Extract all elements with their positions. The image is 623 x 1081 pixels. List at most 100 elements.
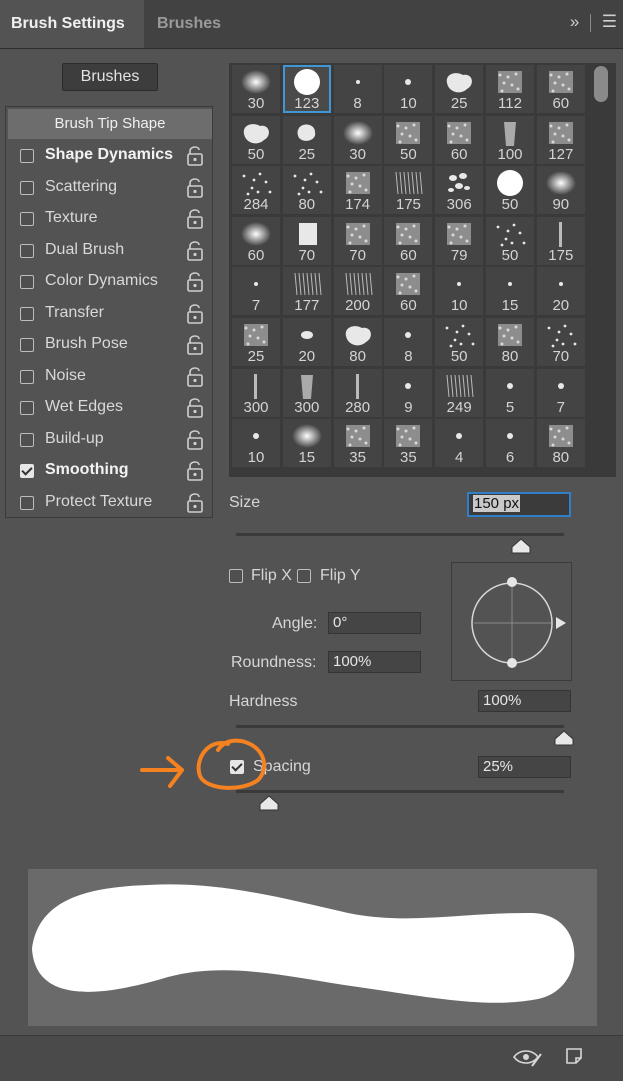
brush-tip-cell[interactable]: 15 (282, 419, 331, 468)
angle-input[interactable]: 0° (328, 612, 421, 634)
brushes-button[interactable]: Brushes (62, 63, 158, 91)
brush-tip-cell[interactable]: 8 (384, 318, 433, 366)
brush-tip-cell[interactable]: 60 (232, 216, 280, 265)
brush-tip-cell[interactable]: 60 (536, 65, 585, 113)
brush-tip-cell[interactable]: 7 (232, 267, 280, 316)
lock-icon[interactable] (184, 208, 206, 230)
option-protect-texture[interactable]: Protect Texture (20, 492, 210, 516)
hardness-slider-handle[interactable] (554, 730, 574, 746)
brush-tip-cell[interactable]: 90 (536, 166, 585, 215)
brush-tip-cell[interactable]: 25 (282, 115, 331, 164)
brush-tip-cell[interactable]: 7 (536, 368, 585, 417)
brush-tip-cell[interactable]: 50 (232, 115, 280, 164)
new-preset-icon[interactable] (564, 1046, 584, 1066)
size-slider-handle[interactable] (511, 538, 531, 554)
brush-tip-cell[interactable]: 175 (384, 166, 433, 215)
size-input[interactable]: 150 px (467, 492, 571, 517)
brush-tip-cell[interactable]: 50 (384, 115, 433, 164)
brush-tip-cell[interactable]: 25 (232, 318, 280, 366)
brush-tip-cell[interactable]: 20 (282, 318, 331, 366)
option-checkbox[interactable] (20, 149, 34, 163)
brush-tip-cell[interactable]: 20 (536, 267, 585, 316)
option-color-dynamics[interactable]: Color Dynamics (20, 271, 210, 295)
option-smoothing[interactable]: Smoothing (20, 460, 210, 484)
brush-tip-cell[interactable]: 123 (282, 65, 331, 113)
option-checkbox[interactable] (20, 180, 34, 195)
lock-icon[interactable] (184, 177, 206, 199)
option-dual-brush[interactable]: Dual Brush (20, 240, 210, 264)
brush-tip-cell[interactable]: 9 (384, 368, 433, 417)
brush-tip-cell[interactable]: 280 (333, 368, 382, 417)
brush-tip-cell[interactable]: 80 (536, 419, 585, 468)
option-checkbox[interactable] (20, 243, 34, 258)
lock-icon[interactable] (184, 271, 206, 293)
brush-tip-cell[interactable]: 100 (486, 115, 534, 164)
option-checkbox[interactable] (20, 495, 34, 510)
option-wet-edges[interactable]: Wet Edges (20, 397, 210, 421)
flip-x-checkbox[interactable] (229, 569, 243, 583)
lock-icon[interactable] (184, 240, 206, 262)
lock-icon[interactable] (184, 492, 206, 514)
roundness-input[interactable]: 100% (328, 651, 421, 673)
option-shape-dynamics[interactable]: Shape Dynamics (20, 145, 210, 169)
brush-tip-cell[interactable]: 5 (486, 368, 534, 417)
grid-scrollbar[interactable] (594, 66, 608, 102)
brush-tip-cell[interactable]: 50 (486, 216, 534, 265)
brush-tip-cell[interactable]: 79 (435, 216, 484, 265)
option-texture[interactable]: Texture (20, 208, 210, 232)
angle-roundness-widget[interactable] (451, 562, 572, 681)
lock-icon[interactable] (184, 429, 206, 451)
brush-tip-cell[interactable]: 70 (282, 216, 331, 265)
option-transfer[interactable]: Transfer (20, 303, 210, 327)
brush-tip-cell[interactable]: 175 (536, 216, 585, 265)
hardness-input[interactable]: 100% (478, 690, 571, 712)
brush-tip-cell[interactable]: 6 (486, 419, 534, 468)
brush-tip-cell[interactable]: 300 (232, 368, 280, 417)
brush-tip-cell[interactable]: 50 (435, 318, 484, 366)
brush-tip-cell[interactable]: 50 (486, 166, 534, 215)
panel-menu-icon[interactable]: ☰ (602, 12, 617, 32)
option-checkbox[interactable] (20, 275, 34, 289)
brush-tip-cell[interactable]: 30 (232, 65, 280, 113)
brush-tip-cell[interactable]: 25 (435, 65, 484, 113)
option-checkbox[interactable] (20, 306, 34, 321)
eye-brush-icon[interactable] (512, 1046, 542, 1068)
spacing-slider-track[interactable] (236, 790, 564, 793)
flip-y-checkbox[interactable] (297, 569, 311, 583)
hardness-slider-track[interactable] (236, 725, 564, 728)
option-checkbox[interactable] (20, 369, 34, 384)
brush-tip-cell[interactable]: 174 (333, 166, 382, 215)
option-checkbox[interactable] (20, 432, 34, 447)
spacing-input[interactable]: 25% (478, 756, 571, 778)
brush-tip-cell[interactable]: 200 (333, 267, 382, 316)
option-checkbox[interactable] (20, 338, 34, 352)
lock-icon[interactable] (184, 460, 206, 482)
brush-tip-cell[interactable]: 35 (333, 419, 382, 468)
brush-tip-cell[interactable]: 80 (282, 166, 331, 215)
option-scattering[interactable]: Scattering (20, 177, 210, 201)
brush-tip-cell[interactable]: 4 (435, 419, 484, 468)
brush-tip-cell[interactable]: 10 (232, 419, 280, 468)
brush-tip-cell[interactable]: 8 (333, 65, 382, 113)
tab-brush-settings[interactable]: Brush Settings (0, 0, 144, 48)
option-checkbox[interactable] (20, 464, 34, 478)
option-checkbox[interactable] (20, 401, 34, 415)
brush-tip-cell[interactable]: 284 (232, 166, 280, 215)
brush-tip-cell[interactable]: 80 (486, 318, 534, 366)
collapse-arrows-icon[interactable]: » (570, 12, 579, 32)
size-slider-track[interactable] (236, 533, 564, 536)
option-brush-pose[interactable]: Brush Pose (20, 334, 210, 358)
lock-icon[interactable] (184, 145, 206, 167)
option-noise[interactable]: Noise (20, 366, 210, 390)
brush-tip-cell[interactable]: 30 (333, 115, 382, 164)
brush-tip-cell[interactable]: 70 (333, 216, 382, 265)
lock-icon[interactable] (184, 303, 206, 325)
brush-tip-cell[interactable]: 35 (384, 419, 433, 468)
lock-icon[interactable] (184, 366, 206, 388)
brush-tip-cell[interactable]: 10 (435, 267, 484, 316)
option-build-up[interactable]: Build-up (20, 429, 210, 453)
brush-tip-cell[interactable]: 60 (384, 267, 433, 316)
lock-icon[interactable] (184, 334, 206, 356)
lock-icon[interactable] (184, 397, 206, 419)
brush-tip-cell[interactable]: 249 (435, 368, 484, 417)
